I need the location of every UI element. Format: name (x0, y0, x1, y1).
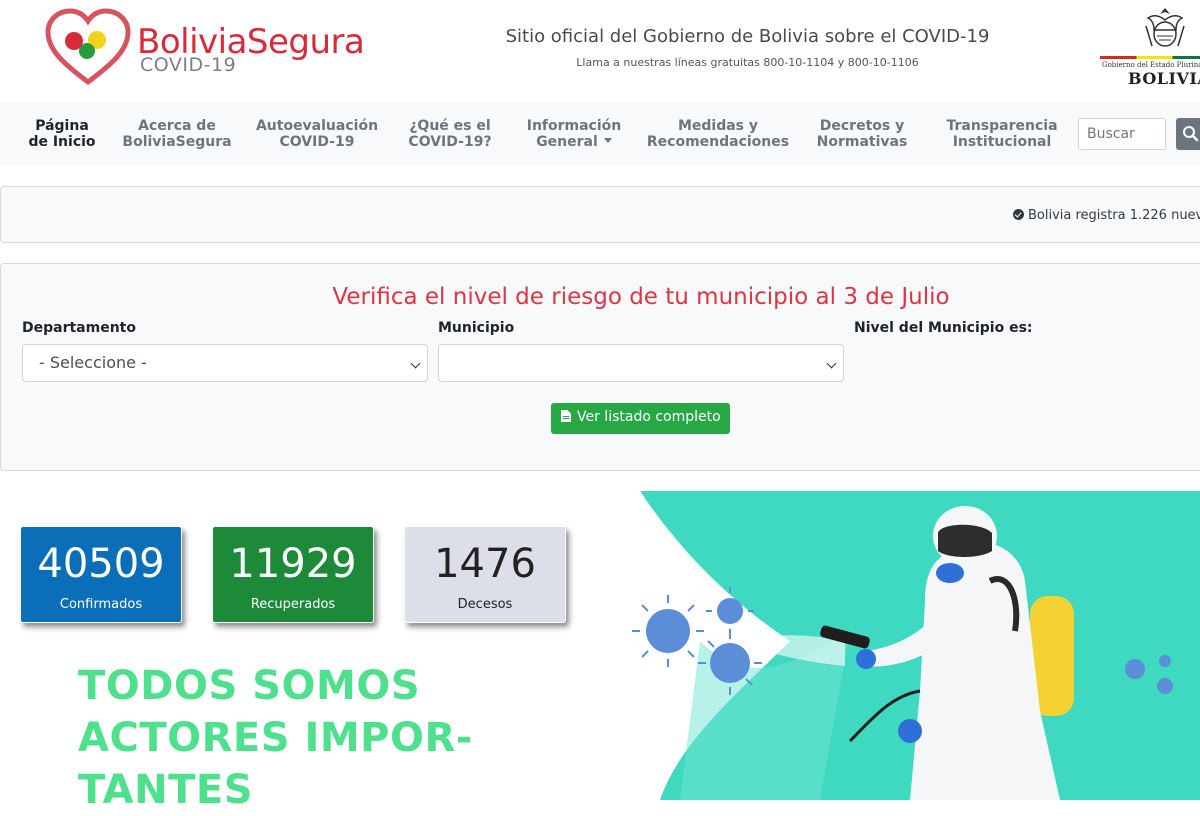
nav-item-medidas[interactable]: Medidas y Recomendaciones (642, 118, 794, 150)
nav-label: General (536, 134, 598, 150)
nav-label: Autoevaluación (255, 118, 379, 134)
search-icon (1183, 126, 1199, 142)
nav-item-acerca[interactable]: Acerca de BoliviaSegura (118, 118, 236, 150)
nav-label: Normativas (816, 134, 908, 150)
nav-label: COVID-19 (279, 134, 355, 150)
nav-label: Transparencia (946, 118, 1058, 134)
ver-listado-label: Ver listado completo (577, 409, 721, 425)
nivel-label: Nivel del Municipio es: (854, 320, 1033, 336)
departamento-value: - Seleccione - (39, 353, 147, 372)
news-ticker: Bolivia registra 1.226 nuevo (0, 186, 1200, 243)
confirmados-label: Confirmados (59, 597, 143, 612)
header-center: Sitio oficial del Gobierno de Bolivia so… (470, 26, 1025, 69)
caret-down-icon (603, 138, 612, 143)
disinfection-illustration (620, 491, 1200, 800)
government-logo[interactable]: Gobierno del Estado Plurinacional de BOL… (1100, 6, 1200, 88)
municipio-select[interactable] (438, 344, 844, 382)
site-header: BoliviaSegura COVID-19 Sitio oficial del… (0, 0, 1200, 102)
nav-item-autoevaluacion[interactable]: Autoevaluación COVID-19 (252, 118, 382, 150)
search-input[interactable] (1078, 118, 1166, 150)
nav-item-inicio[interactable]: Página de Inicio (24, 118, 100, 150)
nav-label: de Inicio (28, 134, 96, 150)
departamento-select[interactable]: - Seleccione - (22, 344, 428, 382)
decesos-label: Decesos (457, 597, 513, 612)
ver-listado-button[interactable]: Ver listado completo (551, 403, 730, 434)
confirmados-value: 40509 (37, 541, 165, 587)
coat-of-arms-icon (1145, 8, 1185, 47)
nav-label: Medidas y (677, 118, 759, 134)
slogan-banner: TODOS SOMOS ACTORES IMPOR- TANTES (78, 663, 473, 813)
nav-label: Recomendaciones (646, 134, 790, 150)
phone-lines: Llama a nuestras líneas gratuitas 800-10… (576, 56, 919, 69)
heart-logo-icon (45, 8, 131, 86)
recuperados-label: Recuperados (250, 597, 336, 612)
gov-text: Gobierno del Estado Plurinacional de (1102, 61, 1200, 69)
hazmat-worker-illustration (632, 491, 1200, 800)
nav-label: Información (526, 118, 622, 134)
site-title: Sitio oficial del Gobierno de Bolivia so… (505, 26, 990, 47)
chevron-down-icon (410, 358, 421, 369)
ticker-text: Bolivia registra 1.226 nuevo (1028, 208, 1200, 223)
check-circle-icon (1013, 209, 1024, 220)
decesos-card: 1476 Decesos (404, 526, 566, 623)
nav-item-decretos[interactable]: Decretos y Normativas (810, 118, 914, 150)
recuperados-card: 11929 Recuperados (212, 526, 374, 623)
file-text-icon (561, 410, 571, 422)
nav-label: Institucional (952, 134, 1052, 150)
bolivia-segura-logo[interactable]: BoliviaSegura COVID-19 (44, 8, 389, 88)
municipio-label: Municipio (438, 320, 515, 336)
nav-label: ¿Qué es el (409, 118, 491, 134)
nav-label: Acerca de (138, 118, 216, 134)
chevron-down-icon (826, 358, 837, 369)
brand-subtitle: COVID-19 (140, 54, 237, 76)
flag-stripe (1100, 56, 1200, 59)
gov-name: BOLIVIA (1128, 69, 1200, 88)
nav-label: Decretos y (819, 118, 905, 134)
nav-item-transparencia[interactable]: Transparencia Institucional (938, 118, 1066, 150)
decesos-value: 1476 (434, 541, 536, 587)
nav-item-que-es[interactable]: ¿Qué es el COVID-19? (398, 118, 502, 150)
confirmados-card: 40509 Confirmados (20, 526, 182, 623)
nav-label: COVID-19? (408, 134, 492, 150)
ticker-item[interactable]: Bolivia registra 1.226 nuevo (1013, 208, 1200, 223)
nav-item-informacion-dropdown[interactable]: Información General (518, 118, 630, 150)
recuperados-value: 11929 (229, 541, 357, 587)
nav-label: BoliviaSegura (122, 134, 232, 150)
departamento-label: Departamento (22, 320, 136, 336)
nav-label: Página (35, 118, 89, 134)
search-button[interactable] (1176, 118, 1200, 150)
risk-title: Verifica el nivel de riesgo de tu munici… (332, 284, 950, 310)
risk-check-panel: Verifica el nivel de riesgo de tu munici… (0, 263, 1200, 471)
main-navbar: Página de Inicio Acerca de BoliviaSegura… (0, 102, 1200, 166)
